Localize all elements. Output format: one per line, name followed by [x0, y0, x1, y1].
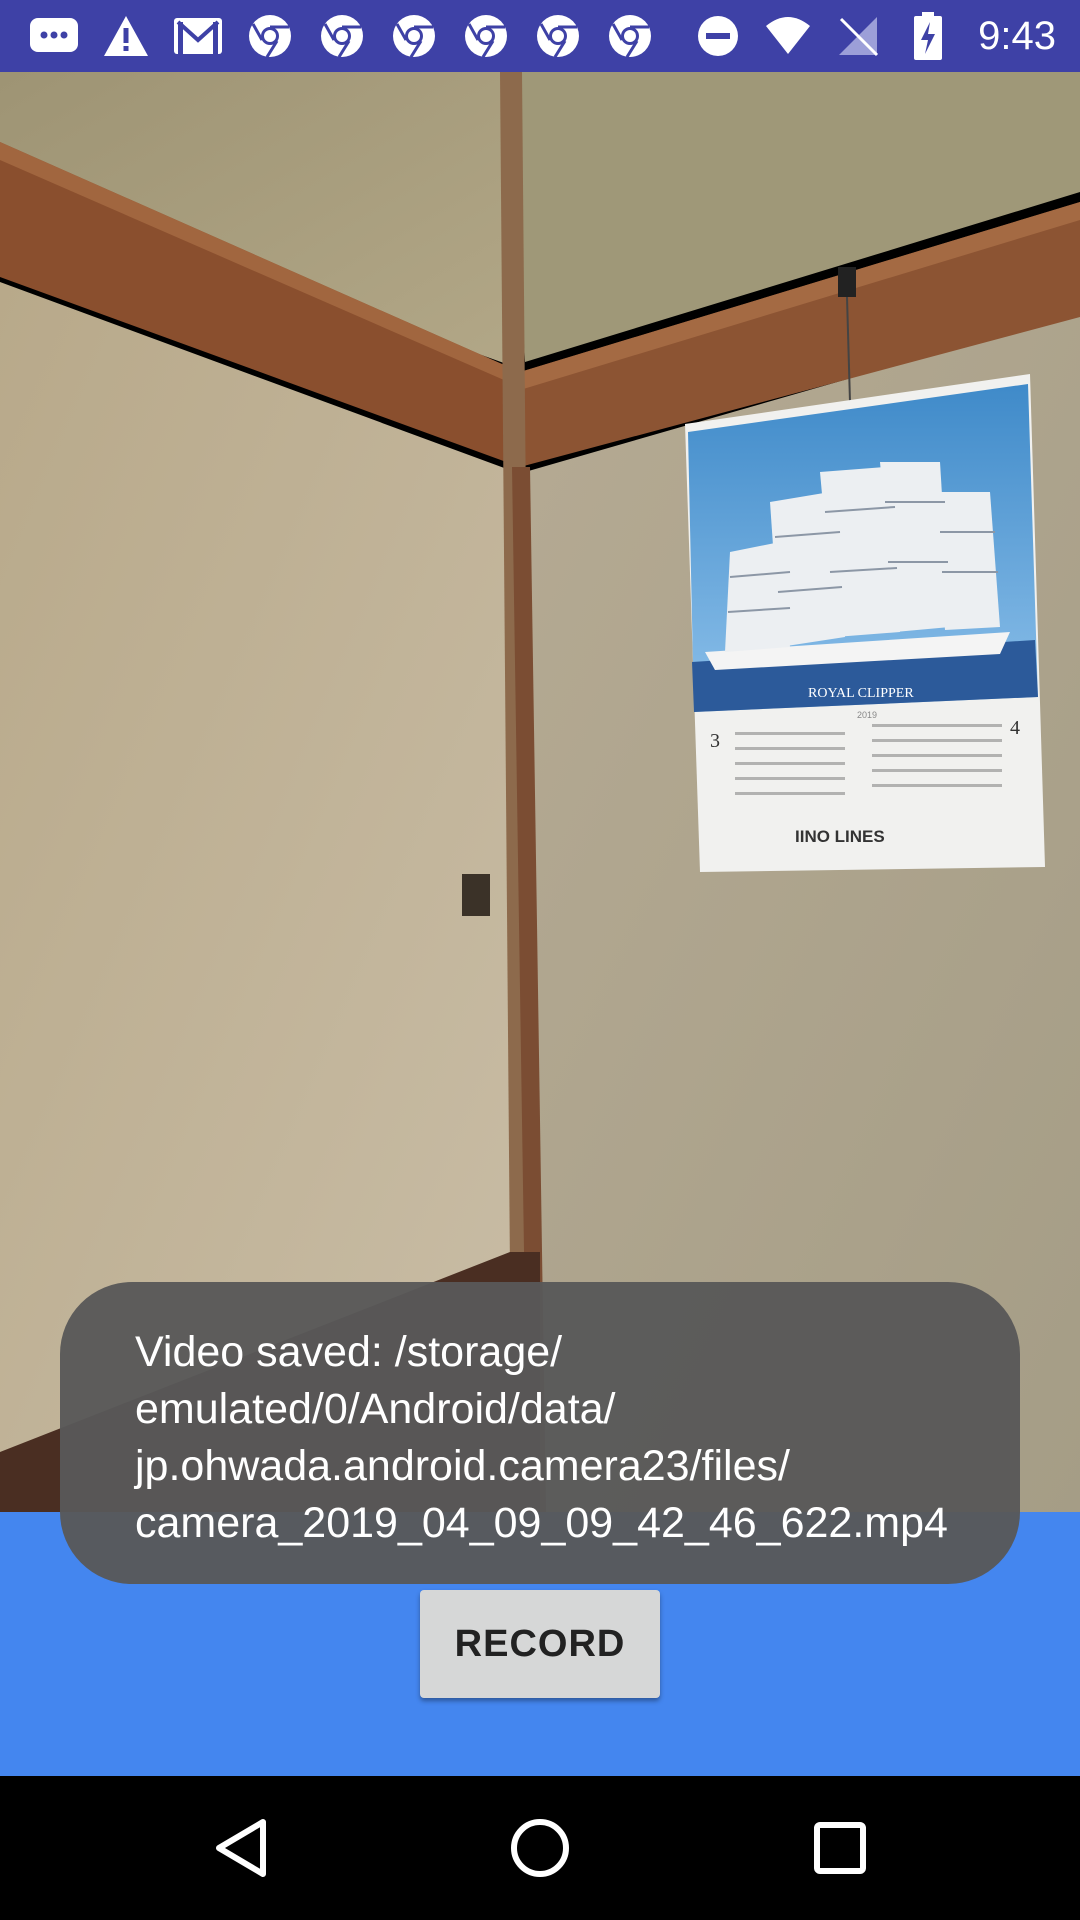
calendar-year: 2019: [857, 710, 877, 720]
battery-charging-icon: [904, 12, 952, 60]
toast-message: Video saved: /storage/ emulated/0/Androi…: [60, 1282, 1020, 1584]
calendar-month-right: 4: [1010, 717, 1020, 739]
toast-line: camera_2019_04_09_09_42_46_622.mp4: [135, 1499, 948, 1547]
navigation-bar: [0, 1776, 1080, 1920]
system-icons: 9:43: [694, 10, 1056, 62]
chrome-icon: [316, 10, 368, 62]
gmail-icon: [172, 10, 224, 62]
calendar-ship-name: ROYAL CLIPPER: [808, 686, 914, 701]
messaging-icon: [28, 10, 80, 62]
chrome-icon: [388, 10, 440, 62]
toast-line: Video saved: /storage/: [135, 1328, 563, 1376]
chrome-icon: [532, 10, 584, 62]
back-icon[interactable]: [195, 1802, 287, 1894]
no-sim-icon: [834, 12, 882, 60]
chrome-icon: [604, 10, 656, 62]
calendar-month-left: 3: [710, 730, 720, 752]
calendar-brand: IINO LINES: [795, 827, 885, 846]
record-button[interactable]: RECORD: [420, 1590, 660, 1698]
wifi-icon: [764, 12, 812, 60]
wall-plate: [462, 874, 490, 916]
clock: 9:43: [978, 13, 1056, 58]
do-not-disturb-icon: [694, 12, 742, 60]
chrome-icon: [460, 10, 512, 62]
home-icon[interactable]: [494, 1802, 586, 1894]
screen: 9:43 ROYAL CLIPPER 2019 3 4 IINO LINES R…: [0, 0, 1080, 1920]
chrome-icon: [244, 10, 296, 62]
status-bar: 9:43: [0, 0, 1080, 72]
recents-icon[interactable]: [794, 1802, 886, 1894]
toast-line: jp.ohwada.android.camera23/files/: [135, 1442, 790, 1490]
wall-calendar: ROYAL CLIPPER 2019 3 4 IINO LINES: [685, 374, 1045, 872]
notification-icons: [28, 10, 676, 62]
toast-line: emulated/0/Android/data/: [135, 1385, 616, 1433]
alert-icon: [100, 10, 152, 62]
